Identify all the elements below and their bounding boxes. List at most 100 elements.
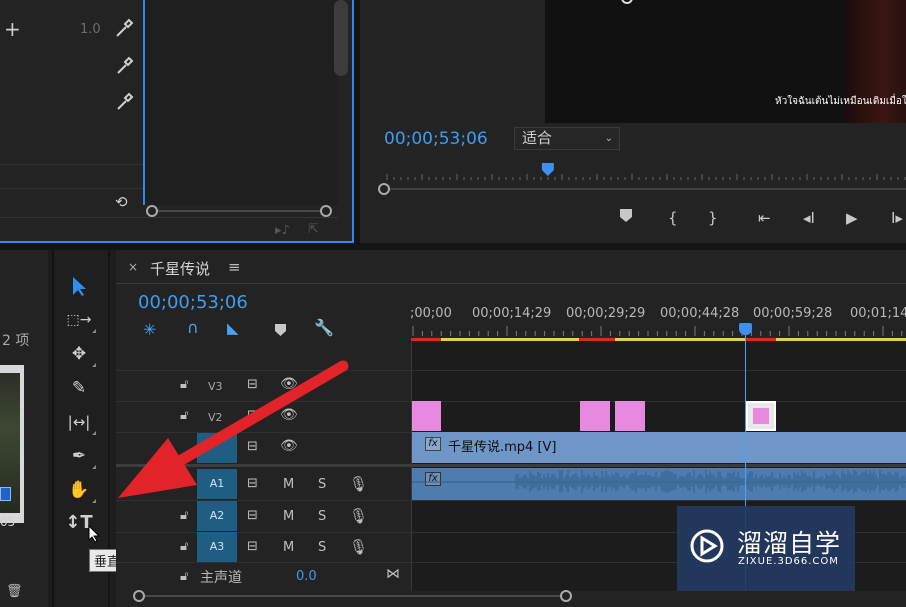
watermark-title: 溜溜自学 xyxy=(737,529,842,558)
solo-button[interactable]: S xyxy=(318,540,326,555)
zoom-scrollbar[interactable] xyxy=(146,205,332,217)
razor-tool-icon[interactable]: ✎ xyxy=(64,375,94,401)
fit-label: 适合 xyxy=(522,129,553,147)
close-tab-icon[interactable]: × xyxy=(128,260,138,274)
mute-button[interactable]: M xyxy=(283,509,294,524)
program-timecode[interactable]: 00;00;53;06 xyxy=(384,129,488,149)
sync-lock-icon[interactable]: ⊟ xyxy=(247,439,258,454)
graphic-clip-selected[interactable] xyxy=(746,401,776,431)
play-logo-icon xyxy=(690,529,724,563)
wrench-icon[interactable]: 🔧 xyxy=(314,318,334,337)
effect-value[interactable]: 1.0 xyxy=(80,22,101,37)
solo-button[interactable]: S xyxy=(318,509,326,524)
track-v2-label[interactable]: V2 xyxy=(208,411,223,424)
video-clip-label: 千星传说.mp4 [V] xyxy=(448,440,557,455)
step-forward-icon[interactable]: I▸ xyxy=(891,209,903,227)
project-panel: 2 项 05 🗑 xyxy=(0,250,48,607)
mute-button[interactable]: M xyxy=(283,477,294,492)
keyframe-area[interactable] xyxy=(143,0,338,205)
linked-selection-icon[interactable]: ◣ xyxy=(227,319,239,337)
track-a3-label[interactable]: A3 xyxy=(197,532,237,562)
timeline-tab-title[interactable]: 千星传说 xyxy=(150,258,210,279)
audio-export-icon[interactable]: ▸♪ xyxy=(275,223,290,238)
graphic-clip[interactable] xyxy=(580,401,610,431)
ruler-label: 00;00;59;28 xyxy=(753,306,833,321)
mark-in-icon[interactable]: { xyxy=(668,209,678,227)
video-subtitle: หัวใจฉันเต้นไม่เหมือนเดิมเมื่อใ xyxy=(775,96,906,107)
eyedropper-icon[interactable] xyxy=(114,18,134,38)
microphone-icon[interactable]: 🎙︎ xyxy=(349,538,368,556)
fit-dropdown[interactable]: 适合 ⌄ xyxy=(514,127,620,150)
nest-sequence-icon[interactable]: ✳ xyxy=(143,320,156,339)
playhead-handle[interactable] xyxy=(739,323,752,335)
graphic-clip[interactable] xyxy=(615,401,645,431)
export-frame-icon[interactable]: ⇱ xyxy=(308,222,319,237)
ruler-label: 00;00;29;29 xyxy=(566,306,646,321)
go-to-in-icon[interactable]: ⇤ xyxy=(758,209,771,227)
trash-icon[interactable]: 🗑 xyxy=(6,584,23,599)
mark-out-icon[interactable]: } xyxy=(708,209,718,227)
solo-button[interactable]: S xyxy=(318,477,326,492)
panel-gutter xyxy=(0,243,906,250)
video-clip[interactable]: fx 千星传说.mp4 [V] xyxy=(412,432,906,463)
eye-icon[interactable]: 👁︎ xyxy=(280,438,298,454)
eye-icon[interactable]: 👁︎ xyxy=(280,376,298,392)
lock-icon[interactable]: 🔓︎ xyxy=(180,569,188,584)
selection-tool-icon[interactable] xyxy=(64,275,94,301)
add-marker-icon[interactable] xyxy=(275,322,286,341)
ruler-label: 00;00;44;28 xyxy=(660,306,740,321)
graphic-clip[interactable] xyxy=(412,401,441,431)
snap-icon[interactable]: ∩ xyxy=(187,318,199,337)
lock-icon[interactable]: 🔓︎ xyxy=(180,377,188,392)
eyedropper-icon[interactable] xyxy=(114,92,134,112)
panel-gutter xyxy=(354,0,360,243)
add-icon[interactable]: + xyxy=(4,17,21,41)
sync-lock-icon[interactable]: ⊟ xyxy=(247,408,258,423)
tab-menu-icon[interactable]: ≡ xyxy=(228,258,241,276)
track-v1-target[interactable] xyxy=(197,433,237,463)
microphone-icon[interactable]: 🎙︎ xyxy=(349,475,368,493)
sync-lock-icon[interactable]: ⊟ xyxy=(247,476,258,491)
mute-button[interactable]: M xyxy=(283,540,294,555)
sync-lock-icon[interactable]: ⊟ xyxy=(247,377,258,392)
lock-icon[interactable]: 🔓︎ xyxy=(180,408,188,423)
add-marker-icon[interactable] xyxy=(620,209,632,227)
clip-thumbnail[interactable] xyxy=(0,365,24,523)
step-back-icon[interactable]: ◂I xyxy=(803,209,815,227)
ruler-label: ;00;00 xyxy=(410,306,452,321)
microphone-icon[interactable]: 🎙︎ xyxy=(349,507,368,525)
clip-duration: 05 xyxy=(0,515,16,529)
effect-controls-panel: + 1.0 ⟲ ▸♪ ⇱ xyxy=(0,0,354,243)
vertical-scrollbar[interactable] xyxy=(334,0,348,76)
hand-tool-icon[interactable]: ✋ xyxy=(64,477,96,503)
timeline-zoom-scrollbar[interactable] xyxy=(133,589,573,603)
track-a2-label[interactable]: A2 xyxy=(197,501,237,531)
eyedropper-icon[interactable] xyxy=(114,56,134,76)
eye-icon[interactable]: 👁︎ xyxy=(280,407,298,423)
timeline-timecode[interactable]: 00;00;53;06 xyxy=(138,292,248,313)
sync-lock-icon[interactable]: ⊟ xyxy=(247,508,258,523)
track-v3-label[interactable]: V3 xyxy=(208,380,223,393)
pen-tool-icon[interactable]: ✒ xyxy=(64,443,96,469)
go-to-edit-icon[interactable]: ⋈ xyxy=(386,566,400,582)
ruler-label: 00;00;14;29 xyxy=(472,306,552,321)
ruler-label: 00;01;14; xyxy=(850,306,906,321)
mouse-cursor-icon xyxy=(88,524,101,547)
track-a1-label[interactable]: A1 xyxy=(197,469,237,499)
play-icon[interactable]: ▶ xyxy=(846,209,858,227)
program-scrub-bar[interactable] xyxy=(377,163,906,195)
sync-lock-icon[interactable]: ⊟ xyxy=(247,539,258,554)
lock-icon[interactable]: 🔓︎ xyxy=(180,508,188,523)
master-volume-value[interactable]: 0.0 xyxy=(296,569,317,584)
chevron-down-icon: ⌄ xyxy=(604,133,613,144)
track-select-tool-icon[interactable]: ⬚→ xyxy=(64,307,96,333)
divider xyxy=(0,217,338,218)
watermark-url: ZIXUE.3D66.COM xyxy=(738,556,839,567)
ripple-edit-tool-icon[interactable]: ✥ xyxy=(64,341,96,367)
slip-tool-icon[interactable]: |↔| xyxy=(64,409,96,435)
reset-icon[interactable]: ⟲ xyxy=(115,193,128,211)
lock-icon[interactable]: 🔓︎ xyxy=(180,539,188,554)
fx-badge: fx xyxy=(425,437,441,451)
audio-clip[interactable]: fx xyxy=(412,468,906,500)
item-count: 2 项 xyxy=(2,333,30,349)
